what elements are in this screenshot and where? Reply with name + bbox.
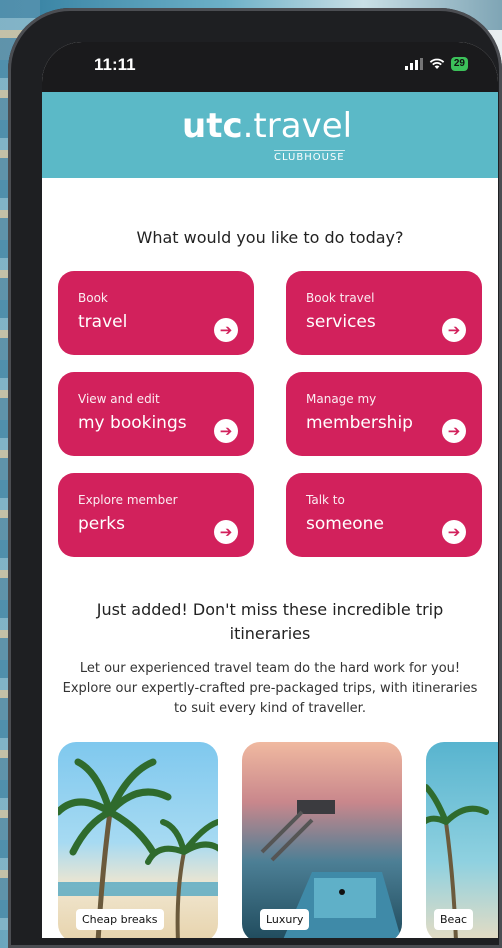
phone-frame: 11:11 29 utc.travel CLUBHOUSE What would… [8,8,502,948]
card-label-small: Explore member [78,493,178,507]
card-label-large: someone [306,514,384,534]
battery-icon: 29 [450,57,468,71]
itinerary-card-luxury[interactable]: Luxury [242,742,402,938]
explore-member-perks-button[interactable]: Explore member perks ➔ [58,473,254,557]
wifi-icon [429,58,445,69]
itineraries-description: Let our experienced travel team do the h… [62,661,478,716]
card-label-small: Book [78,291,108,305]
book-travel-services-button[interactable]: Book travel services ➔ [286,271,482,355]
itinerary-card-beach[interactable]: Beac [426,742,498,938]
card-label-small: Manage my [306,392,377,406]
page-question: What would you like to do today? [136,228,404,247]
card-label-small: Book travel [306,291,375,305]
card-label-small: View and edit [78,392,160,406]
itinerary-label: Cheap breaks [76,909,164,930]
view-edit-bookings-button[interactable]: View and edit my bookings ➔ [58,372,254,456]
arrow-right-circle-icon: ➔ [442,419,466,443]
arrow-right-circle-icon: ➔ [442,520,466,544]
itinerary-label: Luxury [260,909,310,930]
itinerary-label: Beac [434,909,474,930]
phone-screen: 11:11 29 utc.travel CLUBHOUSE What would… [42,42,498,938]
itinerary-card-cheap-breaks[interactable]: Cheap breaks [58,742,218,938]
card-label-small: Talk to [306,493,345,507]
itineraries-title: Just added! Don't miss these incredible … [96,600,444,643]
card-label-large: my bookings [78,413,187,433]
manage-membership-button[interactable]: Manage my membership ➔ [286,372,482,456]
arrow-right-circle-icon: ➔ [214,419,238,443]
arrow-right-circle-icon: ➔ [214,520,238,544]
brand-name-bold: utc [182,106,243,146]
card-label-large: travel [78,312,128,332]
status-bar: 11:11 29 [42,42,498,92]
app-header: utc.travel CLUBHOUSE [42,92,498,178]
arrow-right-circle-icon: ➔ [214,318,238,342]
brand-logo[interactable]: utc.travel [182,106,352,146]
status-icons: 29 [404,57,468,71]
status-time: 11:11 [94,55,136,74]
signal-icon [404,58,423,70]
book-travel-button[interactable]: Book travel ➔ [58,271,254,355]
brand-name-rest: .travel [242,106,353,146]
talk-to-someone-button[interactable]: Talk to someone ➔ [286,473,482,557]
card-label-large: services [306,312,376,332]
card-label-large: membership [306,413,413,433]
card-label-large: perks [78,514,125,534]
brand-subtitle: CLUBHOUSE [274,150,345,163]
arrow-right-circle-icon: ➔ [442,318,466,342]
